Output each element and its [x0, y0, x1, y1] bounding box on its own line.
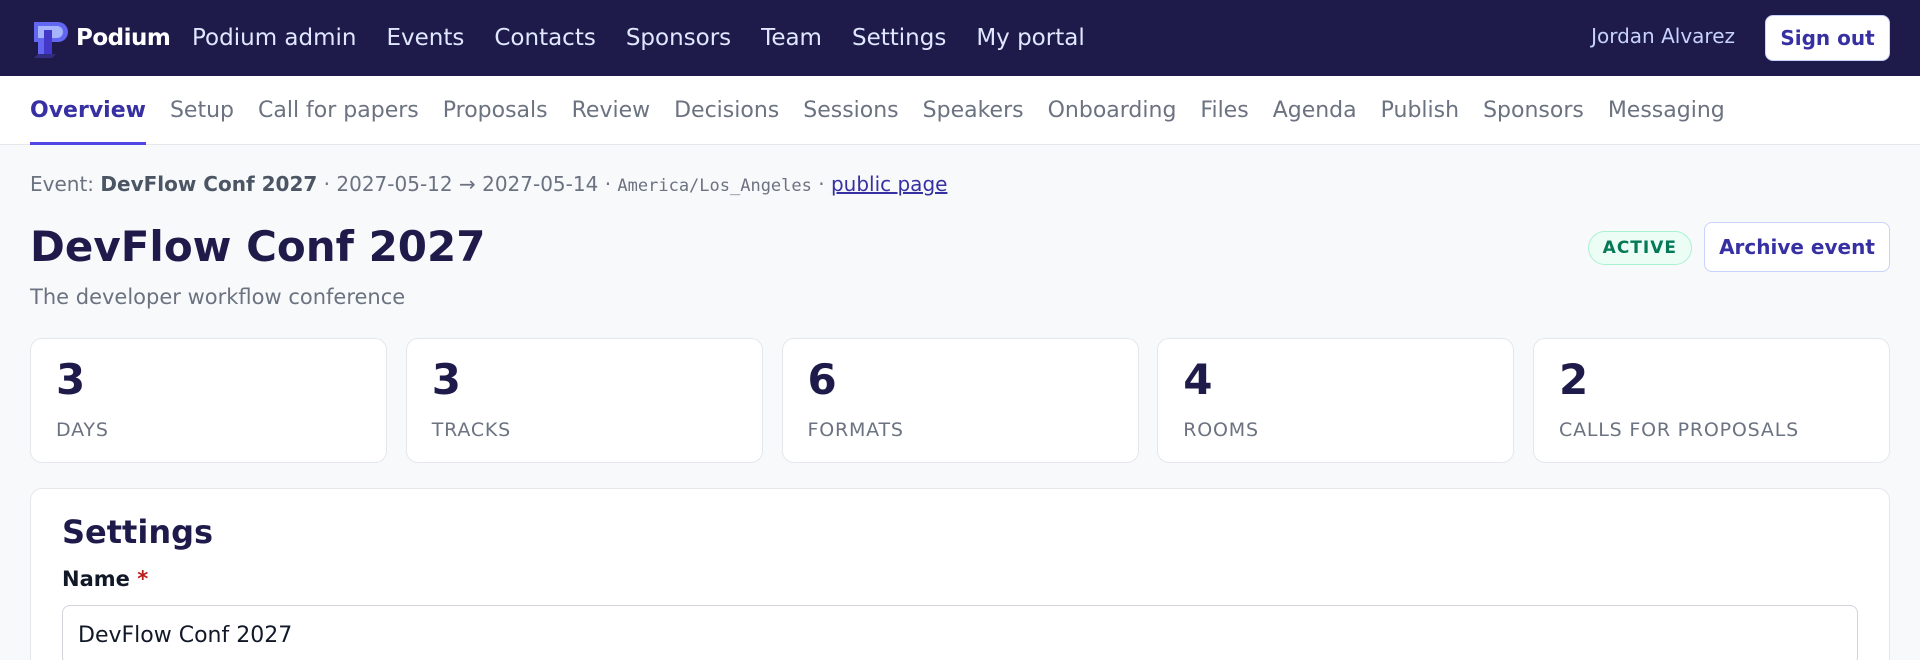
- tab-overview[interactable]: Overview: [30, 76, 146, 145]
- required-marker: *: [137, 567, 149, 591]
- stats-row: 3 DAYS 3 TRACKS 6 FORMATS 4 ROOMS 2 CALL…: [30, 338, 1890, 463]
- tab-proposals[interactable]: Proposals: [443, 76, 548, 145]
- stat-card-days: 3 DAYS: [30, 338, 387, 463]
- tab-sessions[interactable]: Sessions: [803, 76, 898, 145]
- tab-publish[interactable]: Publish: [1381, 76, 1459, 145]
- settings-title: Settings: [62, 513, 214, 551]
- settings-card: Settings Name *: [30, 488, 1890, 660]
- nav-team[interactable]: Team: [761, 25, 822, 51]
- archive-event-button[interactable]: Archive event: [1704, 222, 1890, 272]
- nav-podium-admin[interactable]: Podium admin: [192, 25, 356, 51]
- stat-value: 2: [1559, 355, 1589, 404]
- nav-my-portal[interactable]: My portal: [976, 25, 1084, 51]
- brand-name: Podium: [76, 25, 171, 51]
- stat-card-formats: 6 FORMATS: [781, 338, 1139, 463]
- status-badge: ACTIVE: [1587, 231, 1692, 265]
- stat-label: CALLS FOR PROPOSALS: [1559, 419, 1799, 441]
- tab-speakers[interactable]: Speakers: [923, 76, 1024, 145]
- separator: ·: [818, 172, 825, 196]
- tab-onboarding[interactable]: Onboarding: [1048, 76, 1177, 145]
- stat-value: 4: [1183, 355, 1213, 404]
- separator: ·: [323, 172, 331, 196]
- podium-logo[interactable]: Podium: [30, 18, 171, 58]
- tab-sponsors[interactable]: Sponsors: [1483, 76, 1584, 145]
- main-nav: Podium admin Events Contacts Sponsors Te…: [192, 0, 1115, 76]
- stat-value: 3: [431, 355, 461, 404]
- stat-value: 6: [807, 355, 837, 404]
- event-prefix: Event:: [30, 172, 95, 196]
- nav-settings[interactable]: Settings: [852, 25, 946, 51]
- event-meta-line: Event: DevFlow Conf 2027 · 2027-05-12 → …: [30, 172, 947, 196]
- stat-label: ROOMS: [1183, 419, 1259, 441]
- page-title: DevFlow Conf 2027: [30, 222, 486, 271]
- event-timezone: America/Los_Angeles: [617, 176, 812, 196]
- tab-call-for-papers[interactable]: Call for papers: [258, 76, 419, 145]
- stat-value: 3: [56, 355, 86, 404]
- stat-card-calls-for-proposals: 2 CALLS FOR PROPOSALS: [1533, 338, 1890, 463]
- event-name-input[interactable]: [62, 605, 1858, 660]
- nav-sponsors[interactable]: Sponsors: [626, 25, 731, 51]
- tab-decisions[interactable]: Decisions: [674, 76, 779, 145]
- event-end-date: 2027-05-14: [482, 172, 599, 196]
- tab-agenda[interactable]: Agenda: [1273, 76, 1357, 145]
- nav-events[interactable]: Events: [386, 25, 464, 51]
- nav-contacts[interactable]: Contacts: [494, 25, 595, 51]
- event-tabs: Overview Setup Call for papers Proposals…: [0, 76, 1920, 145]
- event-tagline: The developer workflow conference: [30, 285, 406, 309]
- current-user-name: Jordan Alvarez: [1591, 24, 1735, 48]
- tab-messaging[interactable]: Messaging: [1608, 76, 1725, 145]
- public-page-link[interactable]: public page: [831, 172, 947, 196]
- separator: ·: [604, 172, 612, 196]
- event-name: DevFlow Conf 2027: [100, 172, 318, 196]
- stat-label: FORMATS: [807, 419, 904, 441]
- stat-card-tracks: 3 TRACKS: [405, 338, 763, 463]
- event-start-date: 2027-05-12: [336, 172, 453, 196]
- podium-logo-icon: [34, 22, 68, 58]
- tab-files[interactable]: Files: [1200, 76, 1248, 145]
- name-field-label: Name *: [62, 567, 148, 591]
- stat-label: TRACKS: [431, 419, 512, 441]
- stat-card-rooms: 4 ROOMS: [1157, 338, 1515, 463]
- tab-setup[interactable]: Setup: [170, 76, 234, 145]
- sign-out-button[interactable]: Sign out: [1765, 15, 1890, 61]
- stat-label: DAYS: [56, 419, 109, 441]
- name-label-text: Name: [62, 567, 130, 591]
- date-arrow: →: [458, 172, 476, 196]
- tab-review[interactable]: Review: [572, 76, 651, 145]
- top-navigation-bar: Podium Podium admin Events Contacts Spon…: [0, 0, 1920, 76]
